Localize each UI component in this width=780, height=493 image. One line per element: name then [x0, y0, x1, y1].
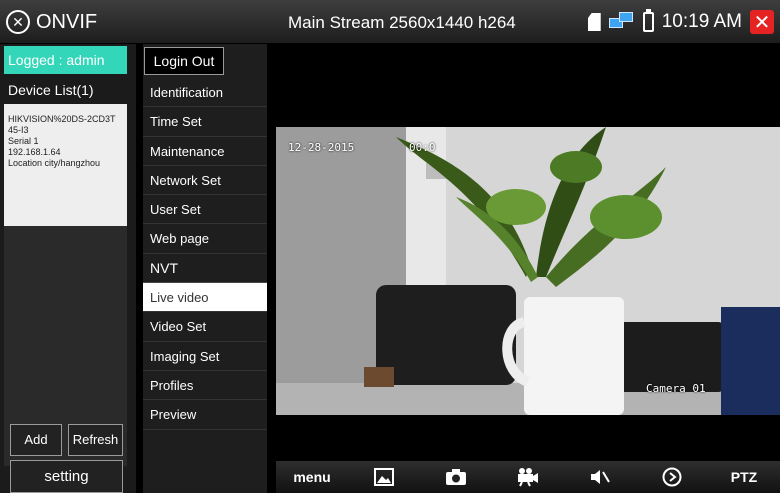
menu-list: Identification Time Set Maintenance Netw… [143, 78, 267, 430]
camera-snapshot-icon[interactable] [436, 463, 476, 491]
clock: 10:19 AM [661, 11, 742, 32]
ptz-button[interactable]: PTZ [724, 463, 764, 491]
menu-item-user-set[interactable]: User Set [143, 195, 267, 225]
image-icon[interactable] [364, 463, 404, 491]
menu-column: Login Out Identification Time Set Mainte… [143, 44, 267, 493]
video-toolbar: menu PTZ [276, 461, 780, 493]
video-frame: 12-28-2015 00:0 Camera 01 [276, 127, 780, 415]
live-video-view[interactable]: 12-28-2015 00:0 Camera 01 [276, 80, 780, 460]
battery-icon [642, 9, 654, 32]
osd-camera-label: Camera 01 [646, 382, 706, 395]
app-title: ✕ ONVIF [6, 8, 97, 36]
device-location: Location city/hangzhou [8, 158, 101, 168]
menu-button[interactable]: menu [292, 463, 332, 491]
menu-item-web-page[interactable]: Web page [143, 224, 267, 254]
add-button[interactable]: Add [10, 424, 62, 456]
menu-item-profiles[interactable]: Profiles [143, 371, 267, 401]
close-button[interactable]: ✕ [750, 10, 774, 34]
x-circle-icon: ✕ [6, 10, 30, 34]
mute-icon[interactable] [580, 463, 620, 491]
menu-item-preview[interactable]: Preview [143, 400, 267, 430]
refresh-button[interactable]: Refresh [68, 424, 123, 456]
device-model: 45-I3 [8, 125, 29, 135]
menu-item-live-video[interactable]: Live video [143, 283, 267, 313]
top-bar: ✕ ONVIF Main Stream 2560x1440 h264 10:19… [0, 0, 780, 44]
status-area: 10:19 AM ✕ [587, 8, 774, 36]
menu-item-maintenance[interactable]: Maintenance [143, 137, 267, 166]
network-icon [608, 12, 635, 32]
menu-section-nvt: NVT [143, 254, 267, 284]
menu-item-identification[interactable]: Identification [143, 78, 267, 108]
device-name: HIKVISION%20DS-2CD3T [8, 114, 116, 124]
stream-title: Main Stream 2560x1440 h264 [288, 13, 516, 32]
osd-date: 12-28-2015 [288, 141, 355, 154]
device-list-title: Device List(1) [8, 82, 94, 98]
logged-status: Logged : admin [4, 46, 127, 74]
video-scene [276, 127, 780, 415]
left-panel: Logged : admin Device List(1) HIKVISION%… [0, 44, 136, 493]
menu-item-imaging-set[interactable]: Imaging Set [143, 342, 267, 371]
device-ip: 192.168.1.64 [8, 147, 61, 157]
setting-button[interactable]: setting [10, 460, 123, 493]
app-name: ONVIF [36, 10, 98, 33]
osd-time: 00:0 [409, 141, 436, 154]
play-icon[interactable] [652, 463, 692, 491]
sd-card-icon [587, 13, 601, 31]
login-out-button[interactable]: Login Out [144, 47, 224, 75]
device-list-item[interactable]: HIKVISION%20DS-2CD3T 45-I3 Serial 1 192.… [4, 104, 127, 226]
menu-item-video-set[interactable]: Video Set [143, 312, 267, 342]
record-video-icon[interactable] [508, 463, 548, 491]
menu-item-time-set[interactable]: Time Set [143, 107, 267, 137]
menu-item-network-set[interactable]: Network Set [143, 166, 267, 196]
device-serial: Serial 1 [8, 136, 39, 146]
